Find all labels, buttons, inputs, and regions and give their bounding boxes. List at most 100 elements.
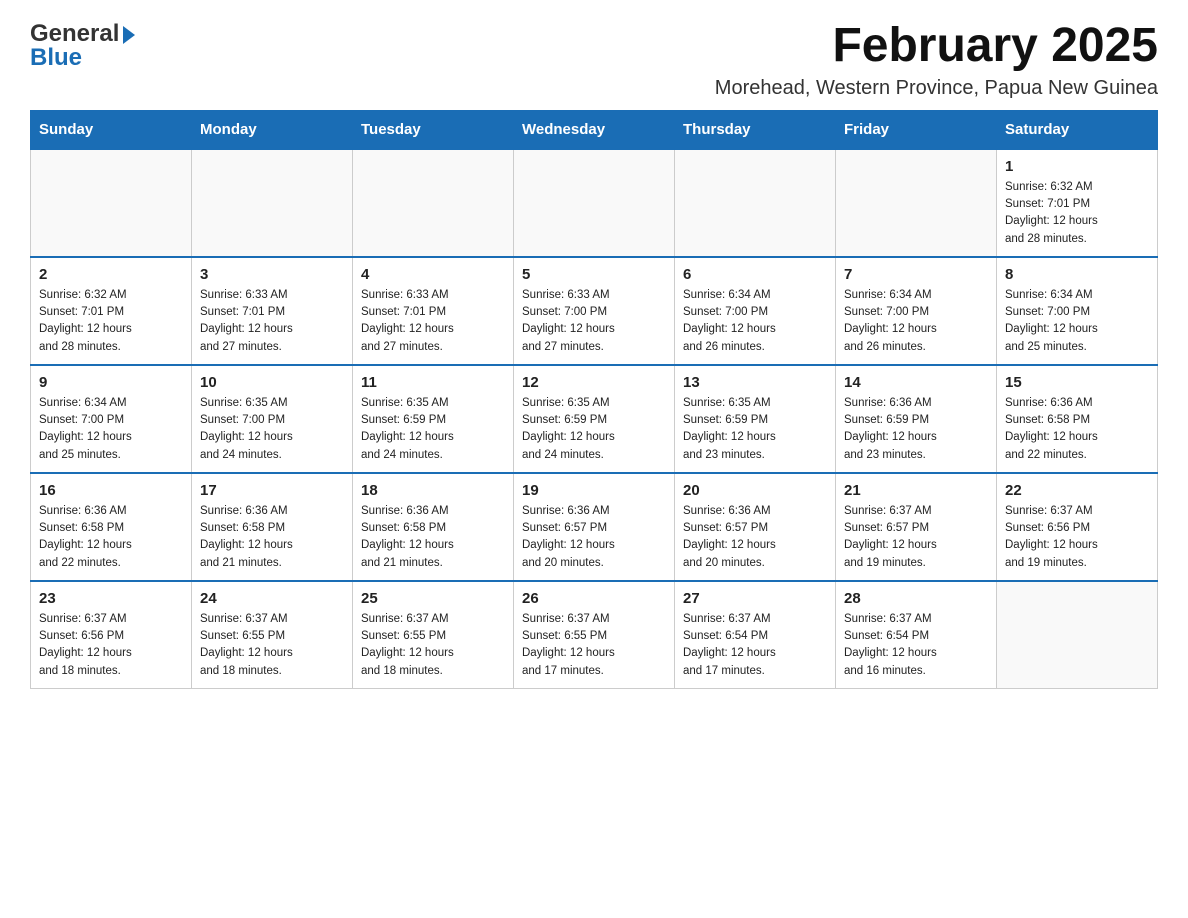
logo-arrow-icon — [123, 26, 135, 44]
day-number: 14 — [844, 374, 988, 391]
day-info: Sunrise: 6:34 AM Sunset: 7:00 PM Dayligh… — [844, 287, 988, 356]
day-info: Sunrise: 6:33 AM Sunset: 7:01 PM Dayligh… — [361, 287, 505, 356]
day-number: 19 — [522, 482, 666, 499]
calendar-day-cell: 8 Sunrise: 6:34 AM Sunset: 7:00 PM Daylig… — [997, 257, 1158, 365]
day-number: 21 — [844, 482, 988, 499]
calendar-day-cell: 1 Sunrise: 6:32 AM Sunset: 7:01 PM Daylig… — [997, 149, 1158, 257]
calendar-week-row: 9 Sunrise: 6:34 AM Sunset: 7:00 PM Daylig… — [31, 365, 1158, 473]
logo-blue-text: Blue — [30, 44, 82, 72]
calendar-day-cell: 7Sunrise: 6:34 AM Sunset: 7:00 PM Daylig… — [836, 257, 997, 365]
day-info: Sunrise: 6:36 AM Sunset: 6:58 PM Dayligh… — [361, 503, 505, 572]
calendar-day-cell: 26 Sunrise: 6:37 AM Sunset: 6:55 PM Dayli… — [514, 581, 675, 689]
day-number: 12 — [522, 374, 666, 391]
day-info: Sunrise: 6:36 AM Sunset: 6:57 PM Dayligh… — [683, 503, 827, 572]
day-info: Sunrise: 6:37 AM Sunset: 6:56 PM Dayligh… — [39, 611, 183, 680]
calendar-day-cell: 4 Sunrise: 6:33 AM Sunset: 7:01 PM Daylig… — [353, 257, 514, 365]
calendar-day-cell: 27Sunrise: 6:37 AM Sunset: 6:54 PM Dayli… — [675, 581, 836, 689]
day-info: Sunrise: 6:36 AM Sunset: 6:57 PM Dayligh… — [522, 503, 666, 572]
day-info: Sunrise: 6:36 AM Sunset: 6:58 PM Dayligh… — [200, 503, 344, 572]
day-number: 26 — [522, 590, 666, 607]
day-info: Sunrise: 6:36 AM Sunset: 6:59 PM Dayligh… — [844, 395, 988, 464]
calendar-week-row: 23 Sunrise: 6:37 AM Sunset: 6:56 PM Dayli… — [31, 581, 1158, 689]
day-number: 18 — [361, 482, 505, 499]
day-info: Sunrise: 6:37 AM Sunset: 6:54 PM Dayligh… — [844, 611, 988, 680]
calendar-week-row: 16Sunrise: 6:36 AM Sunset: 6:58 PM Dayli… — [31, 473, 1158, 581]
calendar-day-cell: 10 Sunrise: 6:35 AM Sunset: 7:00 PM Dayli… — [192, 365, 353, 473]
day-info: Sunrise: 6:33 AM Sunset: 7:00 PM Dayligh… — [522, 287, 666, 356]
day-info: Sunrise: 6:34 AM Sunset: 7:00 PM Dayligh… — [1005, 287, 1149, 356]
calendar-day-cell: 20 Sunrise: 6:36 AM Sunset: 6:57 PM Dayli… — [675, 473, 836, 581]
day-info: Sunrise: 6:36 AM Sunset: 6:58 PM Dayligh… — [1005, 395, 1149, 464]
day-number: 5 — [522, 266, 666, 283]
page-header: General Blue February 2025 Morehead, Wes… — [30, 20, 1158, 100]
calendar-day-cell — [353, 149, 514, 257]
title-block: February 2025 Morehead, Western Province… — [715, 20, 1158, 100]
day-number: 20 — [683, 482, 827, 499]
day-number: 1 — [1005, 158, 1149, 175]
weekday-header: Saturday — [997, 110, 1158, 149]
weekday-header: Monday — [192, 110, 353, 149]
day-info: Sunrise: 6:35 AM Sunset: 6:59 PM Dayligh… — [683, 395, 827, 464]
day-info: Sunrise: 6:32 AM Sunset: 7:01 PM Dayligh… — [1005, 179, 1149, 248]
day-info: Sunrise: 6:34 AM Sunset: 7:00 PM Dayligh… — [39, 395, 183, 464]
day-number: 10 — [200, 374, 344, 391]
day-info: Sunrise: 6:34 AM Sunset: 7:00 PM Dayligh… — [683, 287, 827, 356]
calendar-day-cell — [192, 149, 353, 257]
day-number: 15 — [1005, 374, 1149, 391]
calendar-day-cell: 21 Sunrise: 6:37 AM Sunset: 6:57 PM Dayli… — [836, 473, 997, 581]
day-number: 4 — [361, 266, 505, 283]
day-info: Sunrise: 6:37 AM Sunset: 6:55 PM Dayligh… — [522, 611, 666, 680]
calendar-day-cell: 28 Sunrise: 6:37 AM Sunset: 6:54 PM Dayli… — [836, 581, 997, 689]
calendar-day-cell: 22Sunrise: 6:37 AM Sunset: 6:56 PM Dayli… — [997, 473, 1158, 581]
day-number: 25 — [361, 590, 505, 607]
day-number: 23 — [39, 590, 183, 607]
weekday-header-row: SundayMondayTuesdayWednesdayThursdayFrid… — [31, 110, 1158, 149]
calendar-day-cell: 2 Sunrise: 6:32 AM Sunset: 7:01 PM Daylig… — [31, 257, 192, 365]
day-number: 24 — [200, 590, 344, 607]
calendar-day-cell — [31, 149, 192, 257]
day-info: Sunrise: 6:35 AM Sunset: 7:00 PM Dayligh… — [200, 395, 344, 464]
day-number: 28 — [844, 590, 988, 607]
calendar-day-cell: 17 Sunrise: 6:36 AM Sunset: 6:58 PM Dayli… — [192, 473, 353, 581]
weekday-header: Friday — [836, 110, 997, 149]
day-info: Sunrise: 6:35 AM Sunset: 6:59 PM Dayligh… — [361, 395, 505, 464]
calendar-day-cell — [514, 149, 675, 257]
calendar-day-cell: 15 Sunrise: 6:36 AM Sunset: 6:58 PM Dayli… — [997, 365, 1158, 473]
calendar-day-cell — [997, 581, 1158, 689]
day-number: 9 — [39, 374, 183, 391]
calendar-day-cell: 18 Sunrise: 6:36 AM Sunset: 6:58 PM Dayli… — [353, 473, 514, 581]
day-number: 6 — [683, 266, 827, 283]
month-title: February 2025 — [715, 20, 1158, 73]
day-number: 13 — [683, 374, 827, 391]
weekday-header: Wednesday — [514, 110, 675, 149]
calendar-week-row: 2 Sunrise: 6:32 AM Sunset: 7:01 PM Daylig… — [31, 257, 1158, 365]
day-number: 22 — [1005, 482, 1149, 499]
weekday-header: Thursday — [675, 110, 836, 149]
calendar-day-cell: 12 Sunrise: 6:35 AM Sunset: 6:59 PM Dayli… — [514, 365, 675, 473]
weekday-header: Tuesday — [353, 110, 514, 149]
calendar-table: SundayMondayTuesdayWednesdayThursdayFrid… — [30, 110, 1158, 689]
calendar-day-cell: 24Sunrise: 6:37 AM Sunset: 6:55 PM Dayli… — [192, 581, 353, 689]
calendar-day-cell: 5 Sunrise: 6:33 AM Sunset: 7:00 PM Daylig… — [514, 257, 675, 365]
calendar-day-cell — [675, 149, 836, 257]
calendar-day-cell: 3Sunrise: 6:33 AM Sunset: 7:01 PM Daylig… — [192, 257, 353, 365]
calendar-day-cell: 11 Sunrise: 6:35 AM Sunset: 6:59 PM Dayli… — [353, 365, 514, 473]
day-number: 8 — [1005, 266, 1149, 283]
day-info: Sunrise: 6:36 AM Sunset: 6:58 PM Dayligh… — [39, 503, 183, 572]
day-number: 17 — [200, 482, 344, 499]
day-info: Sunrise: 6:37 AM Sunset: 6:54 PM Dayligh… — [683, 611, 827, 680]
calendar-day-cell — [836, 149, 997, 257]
calendar-day-cell: 6 Sunrise: 6:34 AM Sunset: 7:00 PM Daylig… — [675, 257, 836, 365]
calendar-day-cell: 23 Sunrise: 6:37 AM Sunset: 6:56 PM Dayli… — [31, 581, 192, 689]
day-number: 3 — [200, 266, 344, 283]
calendar-day-cell: 25Sunrise: 6:37 AM Sunset: 6:55 PM Dayli… — [353, 581, 514, 689]
day-number: 11 — [361, 374, 505, 391]
calendar-day-cell: 13 Sunrise: 6:35 AM Sunset: 6:59 PM Dayli… — [675, 365, 836, 473]
day-info: Sunrise: 6:37 AM Sunset: 6:57 PM Dayligh… — [844, 503, 988, 572]
day-info: Sunrise: 6:35 AM Sunset: 6:59 PM Dayligh… — [522, 395, 666, 464]
day-number: 2 — [39, 266, 183, 283]
logo: General Blue — [30, 20, 135, 72]
location-title: Morehead, Western Province, Papua New Gu… — [715, 77, 1158, 100]
calendar-day-cell: 9 Sunrise: 6:34 AM Sunset: 7:00 PM Daylig… — [31, 365, 192, 473]
day-info: Sunrise: 6:32 AM Sunset: 7:01 PM Dayligh… — [39, 287, 183, 356]
